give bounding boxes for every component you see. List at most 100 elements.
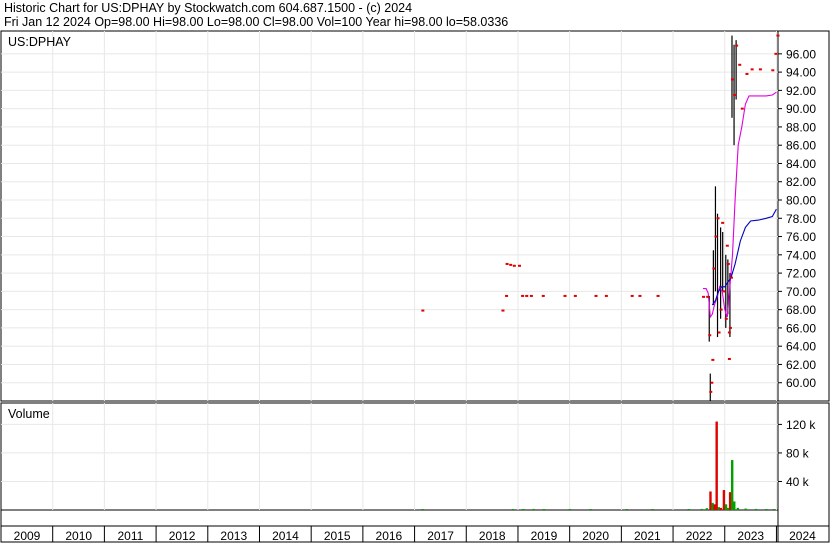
volume-bar xyxy=(724,504,728,510)
close-point xyxy=(706,295,710,298)
price-y-tick-label: 82.00 xyxy=(786,175,816,189)
close-point xyxy=(708,334,712,337)
price-y-tick-label: 60.00 xyxy=(786,376,816,390)
close-point xyxy=(738,63,742,66)
close-point xyxy=(563,294,567,297)
close-point xyxy=(604,294,608,297)
close-point xyxy=(716,217,720,220)
close-point xyxy=(712,267,716,270)
close-point xyxy=(727,357,731,360)
x-tick-label: 2023 xyxy=(737,529,764,543)
close-point xyxy=(758,68,762,71)
close-point xyxy=(724,317,728,320)
x-axis: 2009 2010 2011 2012 2013 2014 2015 2016 2017 2018… xyxy=(0,526,816,543)
volume-bars xyxy=(421,421,776,510)
volume-bar xyxy=(542,509,546,510)
x-tick-label: 2013 xyxy=(220,529,247,543)
price-y-tick-label: 88.00 xyxy=(786,120,816,134)
volume-grid xyxy=(1,403,829,542)
close-point xyxy=(509,263,513,266)
x-tick-label: 2024 xyxy=(789,529,816,543)
x-tick-label: 2018 xyxy=(479,529,506,543)
x-tick-label: 2020 xyxy=(582,529,609,543)
close-point xyxy=(729,276,733,279)
price-y-tick-label: 86.00 xyxy=(786,139,816,153)
close-point xyxy=(638,294,642,297)
close-point xyxy=(505,262,509,265)
volume-bar xyxy=(568,509,572,510)
volume-bar xyxy=(744,508,747,510)
close-point xyxy=(630,294,634,297)
volume-bar xyxy=(722,490,726,510)
x-tick-label: 2010 xyxy=(65,529,92,543)
volume-bar xyxy=(765,509,768,510)
volume-bar xyxy=(511,509,515,510)
volume-bar xyxy=(687,509,690,510)
price-y-tick-label: 76.00 xyxy=(786,230,816,244)
close-point xyxy=(728,326,732,329)
close-point xyxy=(727,331,731,334)
volume-bar xyxy=(719,507,723,510)
close-point xyxy=(521,294,525,297)
volume-bar xyxy=(726,507,730,510)
volume-bar xyxy=(713,504,716,510)
x-tick-label: 2012 xyxy=(169,529,196,543)
price-y-tick-label: 62.00 xyxy=(786,358,816,372)
close-point xyxy=(730,78,734,81)
volume-bar xyxy=(532,508,535,510)
price-y-tick-label: 66.00 xyxy=(786,321,816,335)
price-y-tick-label: 92.00 xyxy=(786,84,816,98)
close-point xyxy=(525,294,529,297)
price-y-tick-label: 72.00 xyxy=(786,267,816,281)
close-point xyxy=(774,52,778,55)
price-y-axis: 60.00 62.00 64.00 66.00 68.00 70.00 72.00 74.00… xyxy=(778,47,816,390)
close-point xyxy=(501,309,505,312)
volume-bar xyxy=(730,460,734,510)
close-point xyxy=(740,107,744,110)
price-y-tick-label: 78.00 xyxy=(786,212,816,226)
x-tick-label: 2022 xyxy=(686,529,713,543)
close-point xyxy=(721,221,725,224)
close-point xyxy=(726,262,730,265)
stock-chart: US:DPHAY 60.00 62.00 64.00 66.00 68.00 70.00 7… xyxy=(0,30,830,543)
close-points xyxy=(421,34,780,393)
volume-bar xyxy=(733,501,736,510)
volume-bar xyxy=(754,508,758,510)
close-point xyxy=(709,390,713,393)
close-point xyxy=(717,331,721,334)
volume-panel-title: Volume xyxy=(8,407,50,421)
volume-y-tick-label: 120 k xyxy=(786,418,816,432)
close-point xyxy=(750,68,754,71)
price-grid xyxy=(1,31,779,401)
x-tick-label: 2016 xyxy=(376,529,403,543)
close-point xyxy=(541,294,545,297)
price-panel-title: US:DPHAY xyxy=(8,35,72,49)
volume-bar xyxy=(736,507,740,510)
volume-bar xyxy=(421,509,424,510)
close-point xyxy=(518,264,521,267)
close-point xyxy=(594,294,598,297)
price-y-tick-label: 70.00 xyxy=(786,285,816,299)
volume-bar xyxy=(651,509,654,510)
price-y-tick-label: 68.00 xyxy=(786,303,816,317)
close-point xyxy=(573,294,577,297)
close-point xyxy=(505,294,509,297)
price-y-tick-label: 84.00 xyxy=(786,157,816,171)
volume-bar xyxy=(589,509,592,510)
volume-bar xyxy=(715,421,718,510)
price-y-tick-label: 96.00 xyxy=(786,47,816,61)
volume-bar xyxy=(705,508,709,510)
volume-bar xyxy=(711,502,714,510)
close-point xyxy=(733,93,737,96)
close-point xyxy=(745,72,749,75)
close-point xyxy=(421,309,425,312)
close-point xyxy=(722,290,726,293)
volume-y-tick-label: 80 k xyxy=(786,446,810,460)
volume-bar xyxy=(522,509,525,510)
volume-bar xyxy=(700,508,703,510)
volume-bar xyxy=(772,509,776,510)
x-tick-label: 2015 xyxy=(324,529,351,543)
volume-bar xyxy=(709,491,712,510)
volume-panel: Volume 40 k 80 k 120 k xyxy=(0,402,830,543)
volume-bar xyxy=(717,507,720,510)
